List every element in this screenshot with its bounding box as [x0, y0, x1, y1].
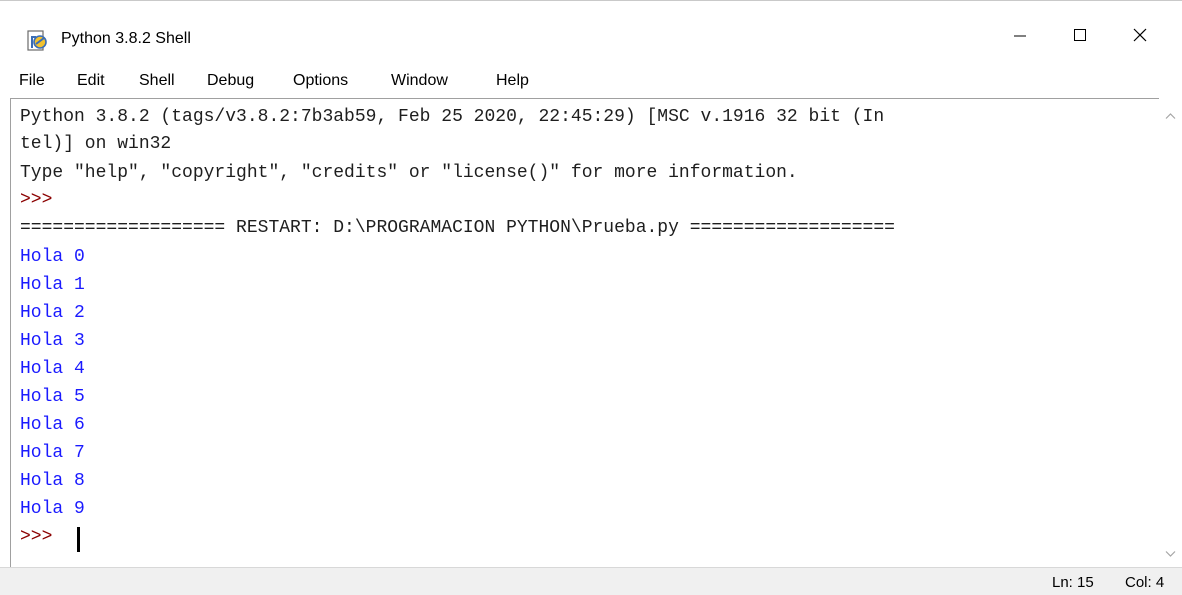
close-button[interactable] — [1110, 6, 1170, 64]
output-line: Hola 9 — [20, 499, 85, 519]
output-line: Hola 7 — [20, 443, 85, 463]
restart-banner: =================== RESTART: D:\PROGRAMA… — [20, 218, 895, 238]
output-line: Hola 6 — [20, 415, 85, 435]
output-line: Hola 1 — [20, 275, 85, 295]
window-title: Python 3.8.2 Shell — [61, 30, 191, 47]
output-line: Hola 8 — [20, 471, 85, 491]
menu-file[interactable]: File — [19, 72, 45, 90]
text-cursor — [77, 527, 80, 552]
python-idle-icon — [27, 30, 47, 51]
status-bar: Ln: 15 Col: 4 — [0, 567, 1182, 595]
menu-edit[interactable]: Edit — [77, 72, 105, 90]
maximize-icon — [1074, 29, 1086, 41]
output-line: Hola 5 — [20, 387, 85, 407]
shell-text-area[interactable]: Python 3.8.2 (tags/v3.8.2:7b3ab59, Feb 2… — [10, 98, 1159, 567]
scroll-up-icon[interactable] — [1165, 112, 1176, 120]
status-line-number: Ln: 15 — [1052, 574, 1094, 591]
shell-line: Type "help", "copyright", "credits" or "… — [20, 163, 798, 183]
status-column-number: Col: 4 — [1125, 574, 1165, 591]
output-line: Hola 3 — [20, 331, 85, 351]
shell-prompt: >>> — [20, 527, 53, 547]
output-line: Hola 0 — [20, 247, 85, 267]
close-icon — [1133, 28, 1147, 42]
scroll-down-icon[interactable] — [1165, 550, 1176, 558]
output-line: Hola 2 — [20, 303, 85, 323]
menu-bar: File Edit Shell Debug Options Window Hel… — [0, 64, 1182, 98]
vertical-scrollbar[interactable] — [1159, 98, 1182, 567]
output-line: Hola 4 — [20, 359, 85, 379]
maximize-button[interactable] — [1050, 6, 1110, 64]
menu-debug[interactable]: Debug — [207, 72, 254, 90]
menu-options[interactable]: Options — [293, 72, 348, 90]
shell-line: Python 3.8.2 (tags/v3.8.2:7b3ab59, Feb 2… — [20, 107, 885, 127]
shell-prompt: >>> — [20, 190, 53, 210]
minimize-icon — [1014, 35, 1026, 37]
menu-shell[interactable]: Shell — [139, 72, 175, 90]
menu-window[interactable]: Window — [391, 72, 448, 90]
menu-help[interactable]: Help — [496, 72, 529, 90]
minimize-button[interactable] — [990, 6, 1050, 64]
shell-line: tel)] on win32 — [20, 134, 172, 154]
